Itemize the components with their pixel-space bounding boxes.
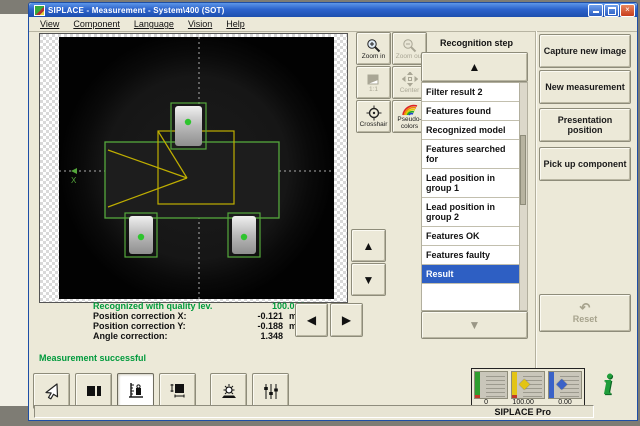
rainbow-icon	[401, 103, 419, 116]
scrollbar-thumb[interactable]	[520, 135, 526, 205]
zoom-in-icon	[366, 38, 381, 53]
component-view-button[interactable]	[75, 373, 112, 409]
minimize-button[interactable]	[588, 4, 603, 17]
menu-vision[interactable]: Vision	[181, 19, 219, 29]
cursor-icon	[43, 382, 61, 400]
yellow-diamond-icon: ◆	[519, 376, 530, 390]
quality-label: Recognized with quality lev.	[93, 301, 272, 311]
desktop-background	[0, 14, 29, 406]
mode-toolbar	[33, 373, 289, 409]
list-item[interactable]: Features searched for	[422, 140, 527, 169]
down-arrow-icon: ▼	[363, 274, 375, 286]
y-correction-gauge: ◆	[548, 371, 582, 399]
step-up-button[interactable]: ▲	[351, 229, 386, 262]
result-value: -0.188	[243, 321, 283, 331]
lead-bottom-left	[125, 213, 157, 257]
component-icon	[85, 384, 103, 398]
title-bar[interactable]: SIPLACE - Measurement - System\400 (SOT)…	[29, 3, 637, 17]
left-arrow-icon: ◀	[307, 314, 316, 326]
x-correction-gauge: ◆	[511, 371, 545, 399]
lamp-icon	[220, 383, 238, 400]
lead-bottom-right	[228, 213, 260, 257]
camera-image: X	[59, 37, 334, 299]
list-scroll-down-button[interactable]: ▼	[421, 311, 528, 339]
ruler-icon	[127, 382, 145, 400]
list-item[interactable]: Features faulty	[422, 246, 527, 265]
undo-icon: ↶	[580, 302, 591, 314]
status-bar: SIPLACE Pro	[34, 405, 594, 418]
result-label: Position correction X:	[93, 311, 243, 321]
screen: SIPLACE - Measurement - System\400 (SOT)…	[0, 0, 640, 426]
close-button[interactable]: ×	[620, 4, 635, 17]
select-tool-button[interactable]	[33, 373, 70, 409]
list-item[interactable]: Features OK	[422, 227, 527, 246]
x-axis-label: X	[71, 176, 77, 185]
recognition-step-header: Recognition step	[419, 32, 534, 54]
list-scrollbar[interactable]	[519, 83, 527, 310]
measurement-tool-button[interactable]	[117, 373, 154, 409]
quality-gauge	[474, 371, 508, 399]
measurement-results: Recognized with quality lev. 100.0 % Pos…	[93, 301, 305, 341]
panel-divider	[535, 31, 536, 407]
crosshair-button[interactable]: Crosshair	[356, 100, 391, 133]
presentation-position-button[interactable]: Presentation position	[539, 108, 631, 142]
reset-label: Reset	[573, 314, 598, 324]
client-area: X Zoom in	[29, 31, 637, 420]
camera-viewport[interactable]: X	[39, 33, 348, 303]
status-message: Measurement successful	[39, 353, 146, 363]
x-axis-marker: X	[71, 168, 77, 185]
menu-component[interactable]: Component	[66, 19, 127, 29]
app-icon	[34, 5, 45, 16]
list-item[interactable]: Filter result 2	[422, 83, 527, 102]
window-title: SIPLACE - Measurement - System\400 (SOT)	[48, 6, 588, 15]
component-body	[105, 142, 279, 218]
right-arrow-icon: ▶	[342, 314, 351, 326]
statusbar-text: SIPLACE Pro	[494, 407, 551, 417]
blue-diamond-icon: ◆	[556, 376, 567, 390]
menu-language[interactable]: Language	[127, 19, 181, 29]
recognition-step-list: Filter result 2 Features found Recognize…	[421, 82, 528, 311]
menu-view[interactable]: View	[33, 19, 66, 29]
previous-step-button[interactable]: ◀	[295, 303, 328, 337]
result-value: 1.348	[243, 331, 283, 341]
crosshair-icon	[366, 105, 382, 121]
illumination-button[interactable]	[210, 373, 247, 409]
component-dimensions-icon	[169, 383, 187, 399]
up-arrow-icon: ▲	[363, 240, 375, 252]
fit-1to1-button[interactable]: 1:1	[356, 66, 391, 99]
recognition-overlay: X	[59, 37, 334, 299]
zoom-out-icon	[402, 38, 417, 53]
sliders-icon	[262, 383, 280, 400]
list-item[interactable]: Features found	[422, 102, 527, 121]
next-step-button[interactable]: ▶	[330, 303, 363, 337]
app-window: SIPLACE - Measurement - System\400 (SOT)…	[28, 2, 638, 421]
menu-help[interactable]: Help	[219, 19, 252, 29]
lead-top	[171, 103, 206, 149]
step-down-button[interactable]: ▼	[351, 263, 386, 296]
new-measurement-button[interactable]: New measurement	[539, 70, 631, 104]
list-item[interactable]: Lead position in group 1	[422, 169, 527, 198]
lead-measure-button[interactable]	[159, 373, 196, 409]
menu-bar: View Component Language Vision Help	[29, 17, 637, 32]
result-label: Angle correction:	[93, 331, 243, 341]
result-label: Position correction Y:	[93, 321, 243, 331]
zoom-in-button[interactable]: Zoom in	[356, 32, 391, 65]
list-scroll-up-button[interactable]: ▲	[421, 52, 528, 82]
up-arrow-icon: ▲	[469, 61, 481, 73]
center-icon	[402, 72, 418, 87]
maximize-button[interactable]	[604, 4, 619, 17]
list-item-selected[interactable]: Result	[422, 265, 527, 284]
reset-button[interactable]: ↶ Reset	[539, 294, 631, 332]
capture-new-image-button[interactable]: Capture new image	[539, 34, 631, 68]
result-value: -0.121	[243, 311, 283, 321]
info-icon[interactable]: i	[603, 370, 613, 401]
pick-up-component-button[interactable]: Pick up component	[539, 147, 631, 181]
one-to-one-icon	[366, 73, 381, 86]
list-item[interactable]: Lead position in group 2	[422, 198, 527, 227]
list-item[interactable]: Recognized model	[422, 121, 527, 140]
down-arrow-icon: ▼	[469, 319, 481, 331]
viewer-toolbar: Zoom in Zoom out 1:1	[356, 32, 427, 133]
settings-sliders-button[interactable]	[252, 373, 289, 409]
